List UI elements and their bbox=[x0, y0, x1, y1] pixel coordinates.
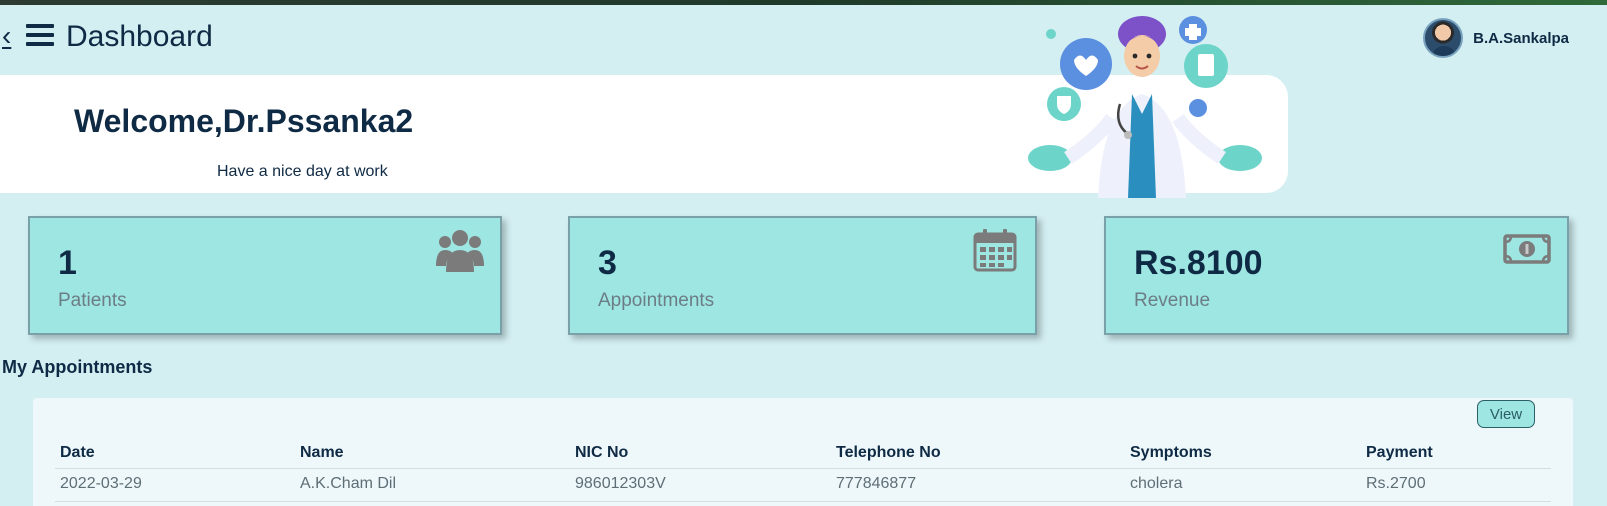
table-header-row: Date Name NIC No Telephone No Symptoms P… bbox=[55, 442, 1551, 469]
top-header: ‹ Dashboard B.A.Sankalpa bbox=[0, 12, 1607, 62]
view-button[interactable]: View bbox=[1477, 400, 1535, 428]
column-header-payment: Payment bbox=[1361, 442, 1551, 469]
column-header-symptoms: Symptoms bbox=[1125, 442, 1361, 469]
cell-date: 2022-03-29 bbox=[55, 468, 295, 502]
stat-value: Rs.8100 bbox=[1134, 244, 1263, 282]
stat-value: 1 bbox=[58, 244, 77, 282]
stat-card-appointments[interactable]: 3 Appointments bbox=[568, 216, 1037, 335]
column-header-name: Name bbox=[295, 442, 570, 469]
user-name: B.A.Sankalpa bbox=[1473, 29, 1569, 47]
window-top-strip bbox=[0, 0, 1607, 5]
users-icon bbox=[436, 230, 484, 272]
appointments-table: Date Name NIC No Telephone No Symptoms P… bbox=[55, 442, 1551, 502]
stat-label: Patients bbox=[58, 290, 127, 311]
stat-value: 3 bbox=[598, 244, 617, 282]
avatar[interactable] bbox=[1423, 18, 1464, 58]
stat-card-patients[interactable]: 1 Patients bbox=[28, 216, 502, 335]
column-header-telephone: Telephone No bbox=[831, 442, 1125, 469]
table-row[interactable]: 2022-03-29 A.K.Cham Dil 986012303V 77784… bbox=[55, 468, 1551, 502]
welcome-subtitle: Have a nice day at work bbox=[217, 163, 388, 180]
column-header-date: Date bbox=[55, 442, 295, 469]
stat-card-revenue[interactable]: Rs.8100 Revenue bbox=[1104, 216, 1569, 335]
hamburger-menu-icon[interactable] bbox=[26, 24, 54, 48]
user-profile[interactable]: B.A.Sankalpa bbox=[1423, 18, 1569, 58]
stat-label: Appointments bbox=[598, 290, 715, 311]
appointments-table-card: View Date Name NIC No Telephone No Sympt… bbox=[33, 398, 1573, 506]
section-title-appointments: My Appointments bbox=[2, 357, 153, 377]
money-icon bbox=[1503, 234, 1551, 264]
stat-label: Revenue bbox=[1134, 290, 1211, 311]
cell-telephone: 777846877 bbox=[831, 468, 1125, 502]
cell-nic: 986012303V bbox=[570, 468, 831, 502]
cell-symptoms: cholera bbox=[1125, 468, 1361, 502]
calendar-icon bbox=[973, 229, 1017, 272]
cell-name: A.K.Cham Dil bbox=[295, 468, 570, 502]
page-title: Dashboard bbox=[66, 20, 213, 53]
cell-payment: Rs.2700 bbox=[1361, 468, 1551, 502]
welcome-title: Welcome,Dr.Pssanka2 bbox=[74, 103, 414, 139]
back-button[interactable]: ‹ bbox=[2, 22, 11, 50]
doctor-illustration-icon bbox=[1028, 16, 1262, 198]
column-header-nic: NIC No bbox=[570, 442, 831, 469]
